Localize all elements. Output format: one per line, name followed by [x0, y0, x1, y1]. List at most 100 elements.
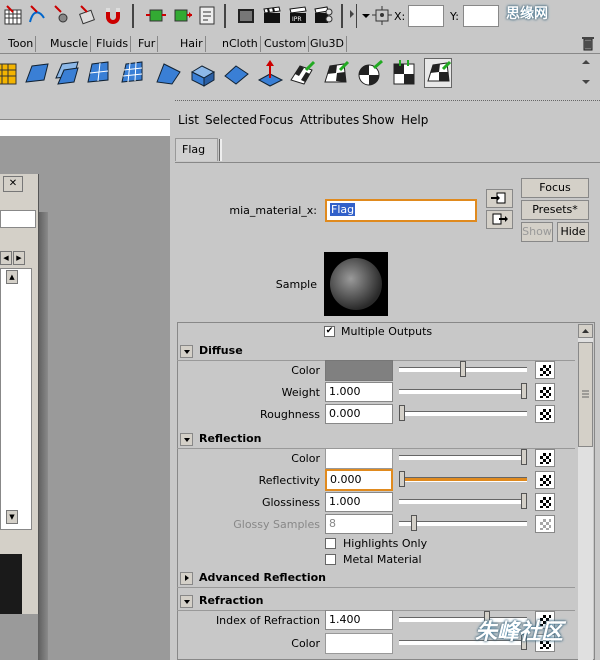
diffuse-weight-field[interactable]: 1.000 [325, 382, 393, 402]
shelf-checker-box-icon[interactable] [390, 58, 418, 88]
hide-button[interactable]: Hide [557, 222, 589, 242]
render-view-icon[interactable] [236, 4, 256, 26]
scroll-up-icon[interactable] [578, 324, 593, 338]
reflectivity-map-button[interactable] [535, 471, 555, 489]
ipr-render-icon[interactable]: IPR [288, 4, 308, 26]
diffuse-roughness-slider[interactable] [399, 405, 527, 421]
scrollbar-thumb[interactable] [578, 342, 593, 447]
shelf-scroll-up-icon[interactable] [582, 60, 590, 64]
glossy-samples-map-button[interactable] [535, 515, 555, 533]
reflection-color-slider[interactable] [399, 449, 527, 465]
menu-focus[interactable]: Focus [259, 112, 293, 128]
shelf-tab-toon[interactable]: Toon [6, 36, 37, 52]
node-name-field[interactable]: Flag [325, 199, 477, 222]
construction-history-icon[interactable] [197, 4, 217, 26]
menu-help[interactable]: Help [401, 112, 428, 128]
refraction-color-swatch[interactable] [325, 633, 393, 654]
multiple-outputs-checkbox[interactable]: ✔ [324, 326, 335, 337]
ior-field[interactable]: 1.400 [325, 610, 393, 630]
shelf-tilted-plane-icon[interactable] [222, 58, 250, 88]
glossiness-slider[interactable] [399, 493, 527, 509]
x-coord-field[interactable] [408, 5, 444, 27]
shelf-tab-fur[interactable]: Fur [136, 36, 159, 52]
shelf-layered-plane-icon[interactable] [52, 58, 80, 88]
input-ops-icon[interactable] [146, 4, 166, 26]
magnet-icon[interactable] [103, 4, 123, 26]
input-connection-button[interactable] [486, 189, 513, 208]
close-icon[interactable]: ✕ [3, 176, 23, 192]
shelf-checker-flag-icon[interactable] [424, 58, 452, 88]
trash-icon[interactable] [581, 35, 595, 51]
y-coord-field[interactable] [463, 5, 499, 27]
attribute-scrollbar[interactable] [578, 324, 593, 660]
output-ops-icon[interactable] [172, 4, 192, 26]
menu-show[interactable]: Show [362, 112, 394, 128]
reflection-color-swatch[interactable] [325, 448, 393, 469]
tab-flag[interactable]: Flag [175, 138, 218, 161]
section-reflection[interactable]: Reflection [177, 430, 575, 449]
expand-triangle-icon[interactable] [180, 572, 193, 585]
diffuse-weight-slider[interactable] [399, 383, 527, 399]
snap-point-icon[interactable] [51, 4, 71, 26]
shelf-tab-custom[interactable]: Custom [262, 36, 310, 52]
snap-curve-icon[interactable] [27, 4, 47, 26]
shelf-tab-fluids[interactable]: Fluids [94, 36, 132, 52]
render-clapper-icon[interactable] [262, 4, 282, 26]
select-camera-icon[interactable] [372, 4, 392, 26]
shelf-tab-muscle[interactable]: Muscle [48, 36, 92, 52]
diffuse-weight-map-button[interactable] [535, 383, 555, 401]
render-settings-icon[interactable] [314, 4, 334, 26]
snap-grid-icon[interactable] [3, 4, 23, 26]
diffuse-color-slider[interactable] [399, 361, 527, 377]
reflectivity-slider[interactable] [399, 471, 527, 487]
shelf-move-tool-icon[interactable] [256, 58, 284, 88]
snap-view-plane-icon[interactable] [77, 4, 97, 26]
shelf-tab-ncloth[interactable]: nCloth [220, 36, 261, 52]
floating-window-field[interactable] [0, 210, 36, 228]
shelf-checker-arrow-icon[interactable] [288, 58, 316, 88]
diffuse-roughness-field[interactable]: 0.000 [325, 404, 393, 424]
shelf-tab-glu3d[interactable]: Glu3D [308, 36, 348, 52]
section-refraction[interactable]: Refraction [177, 592, 575, 611]
collapse-triangle-icon[interactable] [180, 595, 193, 608]
menu-selected[interactable]: Selected [205, 112, 257, 128]
shelf-scroll-down-icon[interactable] [582, 80, 590, 84]
output-connection-button[interactable] [486, 210, 513, 229]
glossiness-field[interactable]: 1.000 [325, 492, 393, 512]
highlights-only-checkbox[interactable] [325, 538, 336, 549]
reflectivity-field[interactable]: 0.000 [325, 469, 393, 491]
reflection-color-map-button[interactable] [535, 449, 555, 467]
shelf-box-icon[interactable] [188, 58, 216, 88]
shelf-plane-icon[interactable] [22, 58, 50, 88]
collapse-triangle-icon[interactable] [180, 345, 193, 358]
shelf-grid-plane-icon[interactable] [118, 58, 146, 88]
menu-attributes[interactable]: Attributes [300, 112, 359, 128]
diffuse-roughness-map-button[interactable] [535, 405, 555, 423]
metal-material-checkbox[interactable] [325, 554, 336, 565]
chevron-down-icon[interactable] [362, 14, 370, 18]
shelf-checker-sphere-icon[interactable] [356, 58, 384, 88]
floating-window-list[interactable] [0, 268, 32, 530]
shelf-checker-cloth-icon[interactable] [322, 58, 350, 88]
diffuse-color-map-button[interactable] [535, 361, 555, 379]
glossy-samples-slider[interactable] [399, 515, 527, 531]
presets-button[interactable]: Presets* [521, 200, 589, 220]
shelf-mesh-plane-icon[interactable] [84, 58, 112, 88]
glossy-samples-field[interactable]: 8 [325, 514, 393, 534]
arrow-right-icon[interactable]: ▶ [13, 251, 25, 265]
arrow-left-icon[interactable]: ◀ [0, 251, 12, 265]
diffuse-color-swatch[interactable] [325, 360, 393, 381]
shelf-grid-icon[interactable] [0, 58, 22, 88]
focus-button[interactable]: Focus [521, 178, 589, 198]
arrow-right-icon[interactable] [350, 10, 354, 18]
scroll-down-icon[interactable]: ▼ [6, 510, 18, 524]
show-button[interactable]: Show [521, 222, 553, 242]
shelf-tab-hair[interactable]: Hair [178, 36, 206, 52]
section-advanced-reflection[interactable]: Advanced Reflection [177, 569, 575, 588]
shelf-bend-plane-icon[interactable] [154, 58, 182, 88]
scroll-up-icon[interactable]: ▲ [6, 270, 18, 284]
glossiness-map-button[interactable] [535, 493, 555, 511]
collapse-triangle-icon[interactable] [180, 433, 193, 446]
section-diffuse[interactable]: Diffuse [177, 342, 575, 361]
menu-list[interactable]: List [178, 112, 199, 128]
